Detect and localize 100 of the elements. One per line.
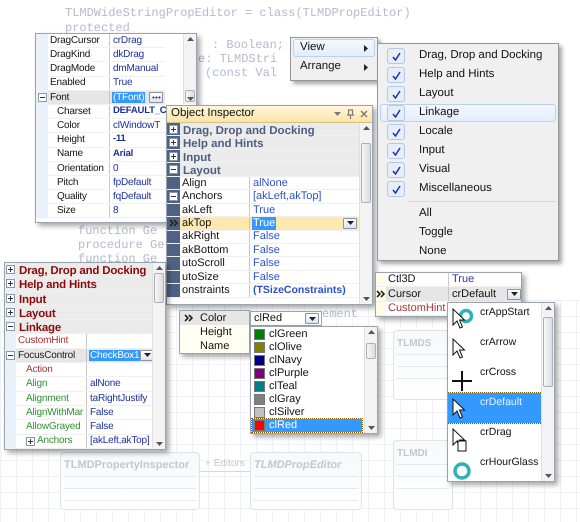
property-row[interactable]: Height -11 [36, 133, 165, 148]
menu-item[interactable]: Linkage [380, 104, 556, 122]
property-row[interactable]: Orientation 0 [36, 162, 165, 176]
property-name: Anchors [182, 190, 222, 203]
category-row[interactable]: Linkage [5, 320, 152, 334]
property-row[interactable]: Name Arial [36, 148, 165, 162]
property-row[interactable]: Anchors [akLeft,akTop] [167, 190, 359, 204]
property-row[interactable]: AlignWithMar False [5, 406, 152, 420]
property-row[interactable]: DragKind dkDrag [36, 48, 165, 62]
category-row[interactable]: Input [5, 292, 152, 306]
category-row[interactable]: Layout [167, 163, 359, 177]
collapse-icon[interactable] [6, 322, 15, 332]
color-option[interactable]: clGray [252, 393, 362, 406]
property-row[interactable]: AllowGrayed False [5, 420, 152, 435]
menu-item[interactable]: Layout [380, 85, 556, 103]
property-row[interactable]: Align alNone [5, 377, 152, 392]
property-row[interactable]: akTop True [167, 217, 359, 230]
scroll-thumb[interactable] [154, 273, 164, 303]
property-row[interactable]: akBottom False [167, 244, 359, 258]
property-row[interactable]: Alignment taRightJustify [5, 392, 152, 406]
property-row[interactable]: akRight False [167, 230, 359, 244]
close-icon[interactable] [360, 110, 368, 118]
category-row[interactable]: Drag, Drop and Docking [5, 263, 152, 278]
cursor-option[interactable]: crHourGlass [448, 453, 542, 481]
menu-item[interactable]: Miscellaneous [380, 180, 556, 198]
ellipsis-button[interactable] [149, 92, 163, 103]
expand-icon[interactable] [6, 308, 15, 318]
property-row[interactable]: FocusControl CheckBox1 [5, 348, 152, 364]
pin-icon[interactable] [347, 109, 354, 119]
property-row[interactable]: onstraints (TSizeConstraints) [167, 284, 359, 298]
color-option[interactable]: clSilver [252, 406, 362, 419]
menu-item[interactable]: View [293, 39, 375, 57]
property-row[interactable]: Pitch fpDefault [36, 176, 165, 190]
property-row[interactable]: Name [180, 339, 249, 353]
scrollbar[interactable] [359, 123, 372, 304]
scrollbar[interactable] [541, 303, 554, 481]
menu-item[interactable]: Toggle [380, 224, 556, 242]
property-row[interactable]: Action [5, 363, 152, 378]
category-row[interactable]: Help and Hints [5, 277, 152, 292]
property-row[interactable]: Font (TFont) [36, 90, 165, 105]
collapse-icon[interactable] [169, 165, 178, 174]
property-row[interactable]: Anchors [akLeft,akTop] [5, 434, 152, 449]
property-row[interactable]: Height [180, 325, 249, 339]
scroll-thumb[interactable] [366, 343, 376, 359]
cursor-option[interactable]: crArrow [448, 333, 542, 363]
cursor-option[interactable]: crCross [448, 363, 542, 393]
color-option[interactable]: clOlive [252, 341, 362, 354]
menu-item[interactable]: Arrange [293, 58, 375, 76]
scrollbar[interactable] [364, 327, 377, 433]
color-option[interactable]: clPurple [252, 367, 362, 380]
color-combo-box[interactable]: clRed [250, 311, 322, 326]
collapse-icon[interactable] [38, 92, 46, 102]
property-row[interactable]: Quality fqDefault [36, 190, 165, 204]
collapse-icon[interactable] [169, 192, 178, 201]
menu-item[interactable]: Help and Hints [380, 66, 556, 84]
collapse-icon[interactable] [6, 350, 15, 360]
property-row[interactable]: Color clWindowT [36, 119, 165, 134]
association-label: + Editors [205, 457, 245, 471]
expand-icon[interactable] [6, 279, 15, 288]
property-row[interactable]: Align alNone [167, 176, 359, 190]
scrollbar[interactable] [152, 263, 165, 449]
expand-icon[interactable] [169, 152, 178, 161]
expand-icon[interactable] [6, 294, 15, 303]
cursor-option[interactable]: crAppStart [448, 303, 542, 333]
row-pointer-icon [168, 219, 178, 228]
property-row[interactable]: Charset DEFAULT_C [36, 104, 165, 120]
dropdown-icon[interactable] [334, 112, 341, 116]
color-option[interactable]: clNavy [252, 354, 362, 367]
menu-item[interactable]: Input [380, 142, 556, 160]
menu-item[interactable]: Locale [380, 123, 556, 141]
color-option[interactable]: clTeal [252, 380, 362, 393]
property-row[interactable]: Color [180, 311, 249, 325]
expand-icon[interactable] [169, 138, 178, 148]
property-name: Action [26, 364, 53, 376]
property-row[interactable]: Cursor crDefault [376, 287, 521, 302]
color-option[interactable]: clGreen [252, 328, 362, 341]
menu-item[interactable]: Visual [380, 161, 556, 179]
dropdown-button[interactable] [305, 313, 319, 324]
property-row[interactable]: DragCursor crDrag [36, 34, 165, 48]
menu-item[interactable]: Drag, Drop and Docking [380, 47, 556, 65]
menu-item[interactable]: All [380, 205, 556, 223]
code-line: (const Val [205, 66, 278, 80]
property-row[interactable]: utoSize False [167, 270, 359, 284]
category-row[interactable]: Input [167, 150, 359, 164]
scrollbar[interactable] [183, 34, 196, 104]
dropdown-button[interactable] [507, 288, 521, 300]
property-row[interactable]: utoScroll False [167, 257, 359, 271]
scroll-thumb[interactable] [543, 317, 553, 387]
menu-item[interactable]: None [380, 243, 556, 261]
dropdown-button[interactable] [343, 218, 357, 229]
expand-icon[interactable] [169, 124, 178, 134]
property-row[interactable]: Size 8 [36, 204, 165, 218]
scroll-thumb[interactable] [361, 143, 371, 203]
expand-icon[interactable] [6, 265, 15, 274]
category-row[interactable]: Drag, Drop and Docking [167, 123, 359, 136]
category-row[interactable]: Layout [5, 306, 152, 320]
property-row[interactable]: DragMode dmManual [36, 62, 165, 77]
expand-icon[interactable] [26, 436, 35, 446]
category-row[interactable]: Help and Hints [167, 136, 359, 150]
cursor-option[interactable]: crDrag [448, 423, 542, 453]
